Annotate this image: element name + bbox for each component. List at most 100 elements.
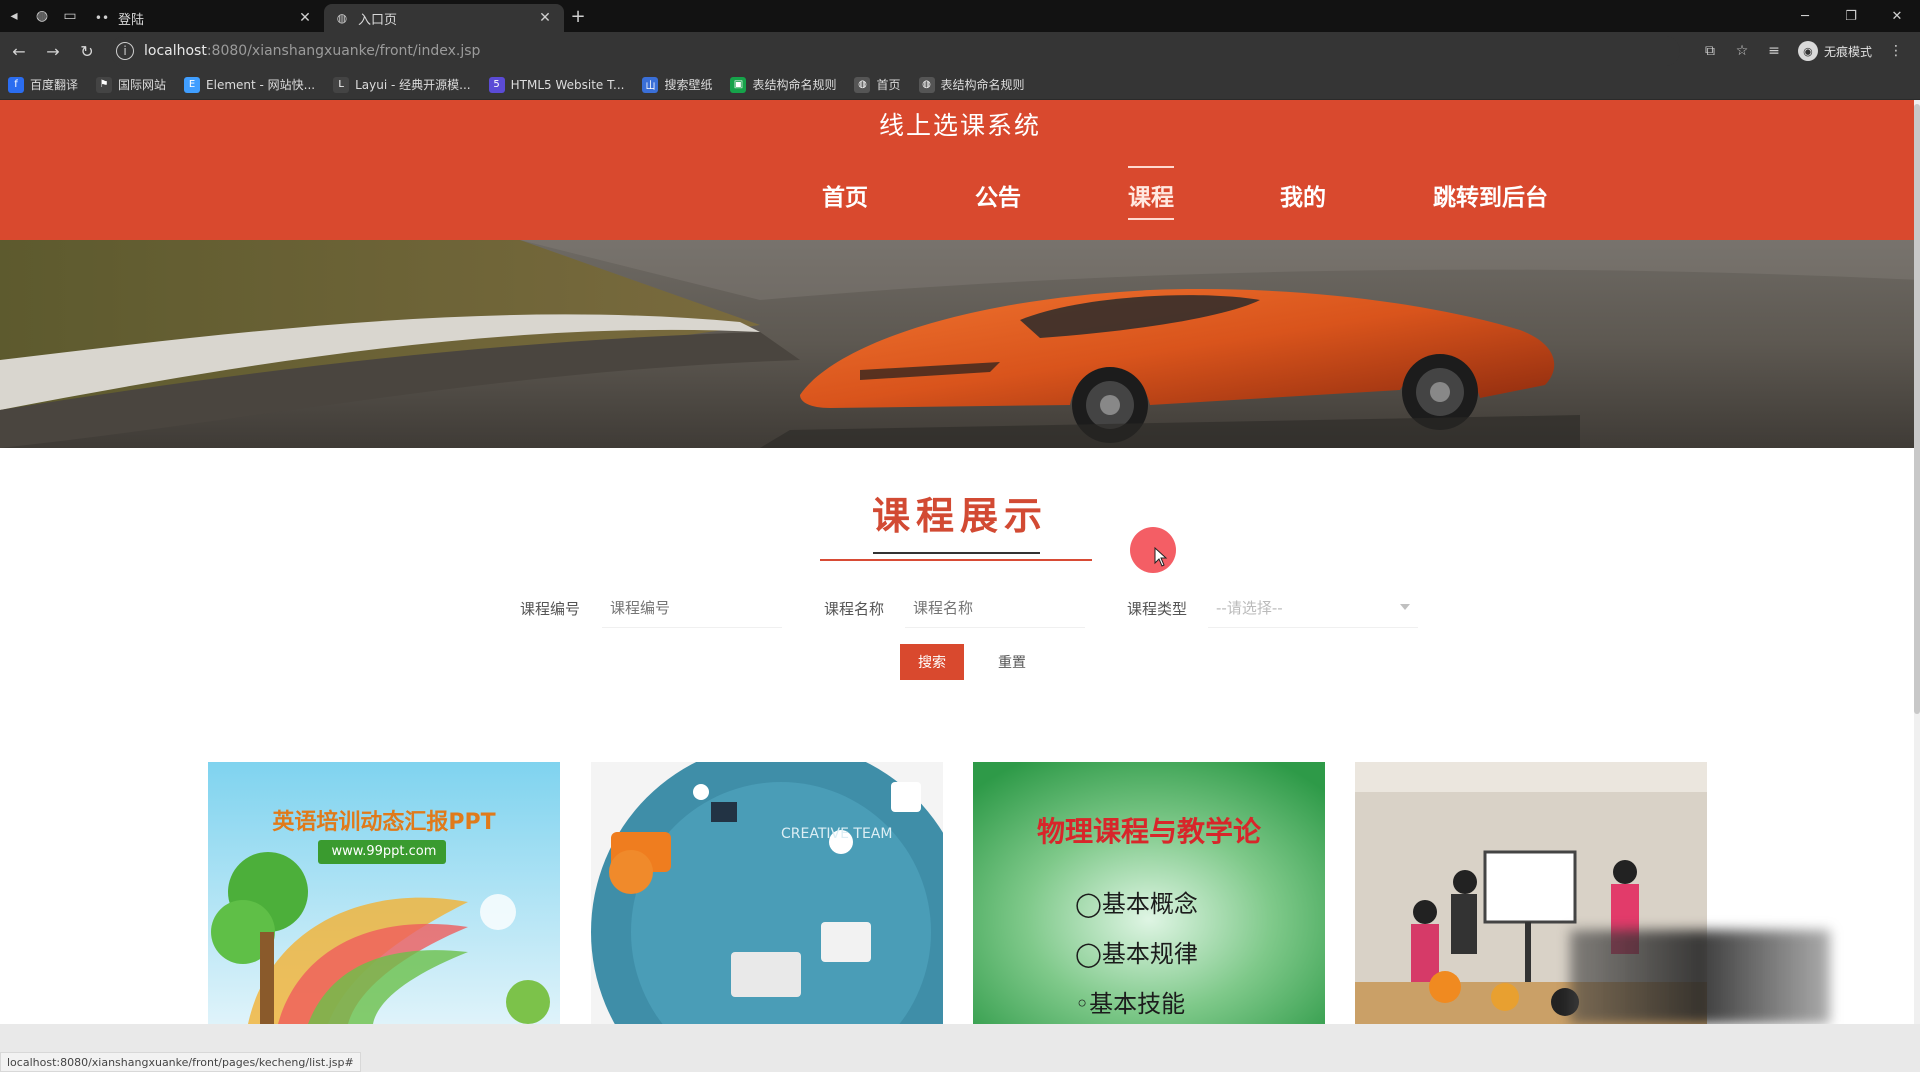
nav-admin[interactable]: 跳转到后台 bbox=[1433, 178, 1548, 212]
bookmarks-bar: f 百度翻译 ⚑ 国际网站 E Element - 网站快... L Layui - 经典开源… bbox=[0, 70, 1920, 100]
globe-icon: ◍ bbox=[918, 76, 935, 93]
bookmark-label: Element - 网站快... bbox=[206, 78, 316, 92]
baidu-translate-icon: f bbox=[8, 76, 24, 93]
bookmark-item[interactable]: ⚑ 国际网站 bbox=[96, 76, 166, 93]
bookmark-item[interactable]: E Element - 网站快... bbox=[184, 76, 315, 93]
globe-icon[interactable]: ◍ bbox=[28, 0, 56, 32]
close-icon[interactable]: ✕ bbox=[296, 10, 314, 26]
dots-icon: •• bbox=[94, 11, 110, 25]
reading-list-icon[interactable]: ≡ bbox=[1758, 36, 1790, 66]
course-name-label: 课程名称 bbox=[824, 600, 885, 618]
back-icon[interactable]: ← bbox=[4, 36, 34, 66]
bookmark-label: 国际网站 bbox=[118, 78, 167, 92]
star-icon[interactable]: ☆ bbox=[1726, 36, 1758, 66]
course-type-select[interactable]: --请选择-- bbox=[1208, 588, 1418, 628]
html5-icon: 5 bbox=[488, 76, 505, 93]
bookmark-label: Layui - 经典开源模... bbox=[355, 78, 471, 92]
status-url: localhost:8080/xianshangxuanke/front/pag… bbox=[0, 1052, 361, 1072]
bookmark-item[interactable]: L Layui - 经典开源模... bbox=[333, 76, 471, 93]
bookmark-label: 搜索壁纸 bbox=[664, 78, 713, 92]
minimize-icon[interactable]: ─ bbox=[1782, 0, 1828, 32]
restore-icon[interactable]: ❐ bbox=[1828, 0, 1874, 32]
nav-course[interactable]: 课程 bbox=[1128, 166, 1174, 220]
url-field[interactable]: i localhost :8080/xianshangxuanke/front/… bbox=[110, 36, 1680, 66]
forward-icon[interactable]: → bbox=[38, 36, 68, 66]
tab-login[interactable]: •• 登陆 ✕ bbox=[84, 4, 324, 32]
mouse-cursor-icon bbox=[1154, 547, 1168, 567]
green-doc-icon: ▣ bbox=[730, 76, 747, 93]
course-caption: 物理课程与教学论 bbox=[1036, 815, 1261, 848]
nav-mine[interactable]: 我的 bbox=[1280, 178, 1326, 212]
url-host: localhost bbox=[144, 43, 207, 59]
course-point: ◯基本概念 bbox=[1075, 890, 1198, 918]
bookmark-label: HTML5 Website T... bbox=[510, 77, 625, 92]
main-nav: 首页 公告 课程 我的 跳转到后台 bbox=[0, 166, 1920, 220]
title-underline-inner bbox=[873, 552, 1040, 554]
carousel-banner[interactable] bbox=[0, 240, 1920, 448]
blurred-overlay bbox=[1570, 930, 1830, 1024]
bookmark-item[interactable]: 5 HTML5 Website T... bbox=[488, 76, 625, 93]
course-caption: 英语培训动态汇报PPT bbox=[272, 810, 496, 835]
nav-notice[interactable]: 公告 bbox=[975, 178, 1021, 212]
tab-title: 登陆 bbox=[118, 12, 145, 28]
reload-icon[interactable]: ↻ bbox=[72, 36, 102, 66]
bookmark-item[interactable]: ◍ 首页 bbox=[854, 76, 901, 93]
bookmark-item[interactable]: 山搜索壁纸 bbox=[642, 76, 712, 93]
course-card[interactable]: 物理课程与教学论 ◯基本概念 ◯基本规律 ◦基本技能 bbox=[973, 762, 1325, 1024]
bookmark-item[interactable]: f 百度翻译 bbox=[8, 76, 78, 93]
course-type-value: --请选择-- bbox=[1216, 599, 1283, 617]
course-no-input[interactable] bbox=[602, 588, 782, 628]
section-title: 课程展示 bbox=[871, 494, 1048, 538]
incognito-icon: ◉ bbox=[1797, 41, 1818, 61]
course-card[interactable]: 英语培训动态汇报PPT www.99ppt.com bbox=[208, 762, 560, 1024]
course-point: ◯基本规律 bbox=[1075, 940, 1198, 968]
more-menu-icon[interactable]: ⋮ bbox=[1880, 36, 1912, 66]
translate-icon[interactable]: ⧉ bbox=[1694, 36, 1726, 66]
bookmark-label: 百度翻译 bbox=[30, 78, 79, 92]
bookmark-label: 表结构命名规则 bbox=[752, 78, 837, 92]
bookmark-item[interactable]: ▣ 表结构命名规则 bbox=[730, 76, 836, 93]
close-icon[interactable]: ✕ bbox=[536, 10, 554, 26]
search-filters: 课程编号 课程名称 课程类型 --请选择-- bbox=[0, 588, 1920, 628]
course-subcaption: www.99ppt.com bbox=[331, 844, 437, 859]
site-title: 线上选课系统 bbox=[878, 111, 1041, 140]
course-image bbox=[591, 762, 943, 1024]
globe-icon: ◍ bbox=[854, 76, 871, 93]
element-icon: E bbox=[184, 76, 201, 93]
info-icon[interactable]: i bbox=[116, 42, 134, 60]
url-path: :8080/xianshangxuanke/front/index.jsp bbox=[206, 43, 481, 59]
course-type-label: 课程类型 bbox=[1127, 600, 1188, 618]
tab-entry[interactable]: ◍ 入口页 ✕ bbox=[324, 4, 564, 32]
browser-tab-bar: ◂ ◍ ▭ •• 登陆 ✕ ◍ 入口页 ✕ + ─ ❐ ✕ bbox=[0, 0, 1920, 32]
course-point: ◦基本技能 bbox=[1075, 990, 1186, 1018]
bookmark-label: 表结构命名规则 bbox=[940, 78, 1025, 92]
web-page: 线上选课系统 首页 公告 课程 我的 跳转到后台 课程展示 课程编号 课程编号 … bbox=[0, 100, 1920, 1024]
tab-title: 入口页 bbox=[358, 12, 398, 28]
course-name-input[interactable] bbox=[905, 588, 1085, 628]
flag-icon: ⚑ bbox=[96, 76, 113, 93]
course-card[interactable]: CREATIVE TEAM bbox=[591, 762, 943, 1024]
back-tab-icon[interactable]: ◂ bbox=[0, 0, 28, 32]
chevron-down-icon bbox=[1400, 604, 1410, 610]
click-indicator bbox=[1130, 527, 1176, 573]
title-underline bbox=[820, 559, 1092, 561]
site-header: 线上选课系统 首页 公告 课程 我的 跳转到后台 bbox=[0, 100, 1920, 240]
course-image bbox=[208, 762, 560, 1024]
window-icon[interactable]: ▭ bbox=[56, 0, 84, 32]
bookmark-item[interactable]: ◍ 表结构命名规则 bbox=[918, 76, 1025, 93]
wallpaper-icon: 山 bbox=[642, 76, 659, 93]
profile-button[interactable]: ◉ 无痕模式 bbox=[1797, 41, 1872, 61]
close-window-icon[interactable]: ✕ bbox=[1874, 0, 1920, 32]
globe-icon: ◍ bbox=[336, 11, 348, 25]
bookmark-label: 首页 bbox=[876, 78, 901, 92]
new-tab-button[interactable]: + bbox=[564, 2, 592, 30]
course-no-label: 课程编号 bbox=[520, 600, 581, 618]
course-caption: CREATIVE TEAM bbox=[781, 826, 893, 842]
layui-icon: L bbox=[333, 76, 350, 93]
address-actions: ⧉ ☆ ≡ ◉ 无痕模式 ⋮ bbox=[1694, 36, 1912, 66]
page-scrollbar[interactable] bbox=[1914, 100, 1920, 1024]
address-bar: ← → ↻ i localhost :8080/xianshangxuanke/… bbox=[0, 32, 1920, 70]
reset-button[interactable]: 重置 bbox=[980, 644, 1044, 680]
nav-home[interactable]: 首页 bbox=[822, 178, 868, 212]
search-button[interactable]: 搜索 bbox=[900, 644, 964, 680]
